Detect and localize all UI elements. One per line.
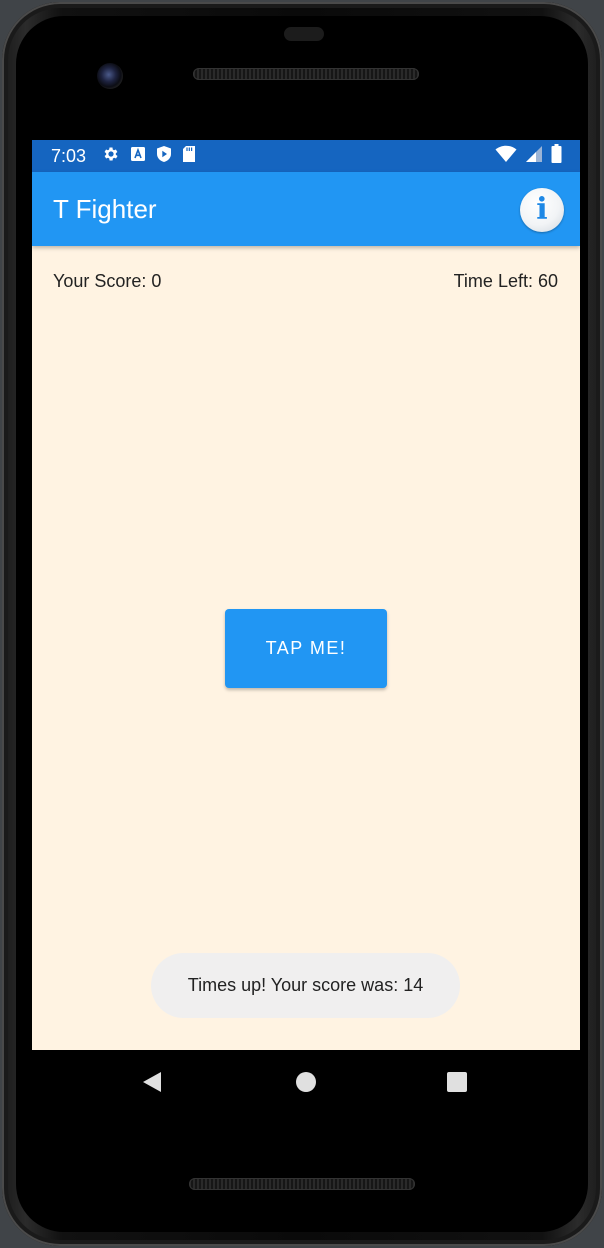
status-icons-left [102, 145, 196, 168]
device-screen: 7:03 T Fighter i Your Score: 0 Time Left… [32, 140, 580, 1050]
time-left-label: Time Left: 60 [453, 271, 558, 291]
gear-icon [102, 145, 120, 168]
status-bar: 7:03 [32, 140, 580, 172]
wifi-icon [495, 145, 517, 168]
recents-icon[interactable] [447, 1072, 467, 1092]
info-button[interactable]: i [520, 188, 564, 232]
front-camera [97, 63, 123, 89]
toast-message: Times up! Your score was: 14 [151, 953, 460, 1018]
earpiece [284, 27, 324, 41]
cell-signal-icon [525, 145, 543, 168]
score-label: Your Score: 0 [53, 271, 162, 291]
bottom-speaker-grille [189, 1178, 415, 1190]
a-notification-icon [130, 145, 146, 168]
home-icon[interactable] [296, 1072, 316, 1092]
sd-card-icon [182, 145, 196, 168]
navigation-bar [32, 1050, 580, 1114]
status-time: 7:03 [51, 146, 87, 166]
top-speaker-grille [193, 68, 419, 80]
tap-me-button[interactable]: TAP ME! [225, 609, 387, 688]
info-icon: i [536, 192, 548, 227]
shield-play-icon [156, 145, 172, 168]
status-icons-right [495, 144, 562, 168]
back-icon[interactable] [143, 1072, 161, 1092]
app-bar: T Fighter i [32, 172, 580, 246]
battery-icon [551, 144, 562, 168]
app-title: T Fighter [53, 194, 157, 224]
